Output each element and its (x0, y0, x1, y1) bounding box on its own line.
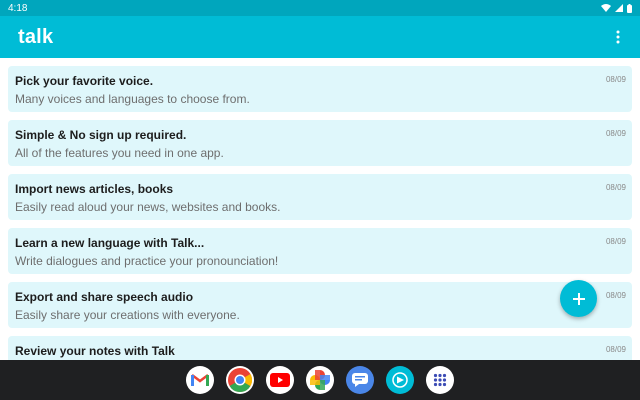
chrome-app-button[interactable] (226, 366, 254, 394)
photos-app-button[interactable] (306, 366, 334, 394)
note-card[interactable]: Review your notes with Talk 08/09 (8, 336, 632, 360)
status-bar: 4:18 (0, 0, 640, 16)
plus-icon (572, 292, 585, 305)
note-title: Learn a new language with Talk... (15, 236, 205, 250)
gmail-app-button[interactable] (186, 366, 214, 394)
battery-icon (627, 3, 632, 13)
note-subtitle: Easily read aloud your news, websites an… (15, 200, 281, 214)
talk-app-button[interactable] (386, 366, 414, 394)
youtube-app-button[interactable] (266, 366, 294, 394)
app-title: talk (18, 25, 54, 48)
app-drawer-icon (433, 373, 447, 387)
notes-list[interactable]: Pick your favorite voice. Many voices an… (8, 66, 632, 360)
add-note-button[interactable] (560, 280, 597, 317)
status-time: 4:18 (8, 2, 28, 14)
note-date: 08/09 (605, 75, 626, 84)
note-date: 08/09 (605, 183, 626, 192)
note-card[interactable]: Pick your favorite voice. Many voices an… (8, 66, 632, 112)
note-title: Pick your favorite voice. (15, 74, 154, 88)
youtube-icon (270, 373, 290, 387)
gmail-icon (191, 374, 209, 386)
note-card[interactable]: Simple & No sign up required. All of the… (8, 120, 632, 166)
app-bar: talk (0, 16, 640, 58)
note-title: Simple & No sign up required. (15, 128, 187, 142)
note-date: 08/09 (605, 345, 626, 354)
app-drawer-button[interactable] (426, 366, 454, 394)
more-options-button[interactable] (608, 25, 628, 49)
note-card[interactable]: Learn a new language with Talk... Write … (8, 228, 632, 274)
messages-app-button[interactable] (346, 366, 374, 394)
note-title: Import news articles, books (15, 182, 174, 196)
note-title: Export and share speech audio (15, 290, 194, 304)
note-date: 08/09 (605, 237, 626, 246)
note-subtitle: Many voices and languages to choose from… (15, 92, 250, 106)
photos-icon (310, 370, 330, 390)
messages-icon (352, 373, 368, 387)
wifi-icon (601, 4, 611, 12)
chrome-icon (228, 368, 252, 392)
talk-app-icon (392, 372, 408, 388)
note-date: 08/09 (605, 291, 626, 300)
status-icons (601, 3, 632, 13)
note-subtitle: Write dialogues and practice your pronou… (15, 254, 279, 268)
signal-icon (615, 4, 623, 12)
more-vert-icon (616, 30, 620, 44)
note-title: Review your notes with Talk (15, 344, 175, 358)
note-subtitle: All of the features you need in one app. (15, 146, 224, 160)
note-date: 08/09 (605, 129, 626, 138)
note-card[interactable]: Import news articles, books Easily read … (8, 174, 632, 220)
note-card[interactable]: Export and share speech audio Easily sha… (8, 282, 632, 328)
taskbar (0, 360, 640, 400)
note-subtitle: Easily share your creations with everyon… (15, 308, 240, 322)
